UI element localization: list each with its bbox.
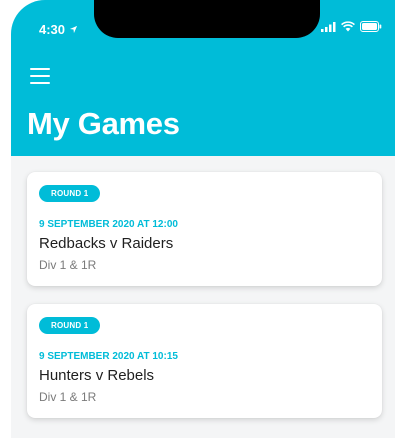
wifi-icon	[341, 21, 355, 32]
round-badge: ROUND 1	[39, 317, 101, 334]
device-notch	[94, 0, 320, 38]
game-card[interactable]: ROUND 1 9 SEPTEMBER 2020 AT 12:00 Redbac…	[27, 172, 382, 286]
round-badge: ROUND 1	[39, 185, 101, 202]
status-time-text: 4:30	[39, 22, 66, 37]
game-match: Redbacks v Raiders	[39, 235, 174, 252]
game-date: 9 SEPTEMBER 2020 AT 12:00	[39, 219, 178, 230]
hamburger-menu-icon[interactable]	[30, 68, 50, 84]
game-division: Div 1 & 1R	[39, 258, 97, 272]
game-card[interactable]: ROUND 1 9 SEPTEMBER 2020 AT 10:15 Hunter…	[27, 304, 382, 418]
game-date: 9 SEPTEMBER 2020 AT 10:15	[39, 351, 178, 362]
location-arrow-icon	[69, 25, 78, 34]
game-match: Hunters v Rebels	[39, 367, 155, 384]
page-title: My Games	[27, 106, 180, 141]
signal-icon	[321, 21, 336, 32]
status-time: 4:30	[39, 22, 78, 37]
battery-icon	[360, 21, 382, 32]
status-icons	[321, 21, 382, 32]
app-header: 4:30 My Games	[11, 0, 395, 156]
phone-screen: 4:30 My Games ROUND 1 9 SEPTEMBER 2020 A…	[11, 0, 395, 438]
game-division: Div 1 & 1R	[39, 390, 97, 404]
